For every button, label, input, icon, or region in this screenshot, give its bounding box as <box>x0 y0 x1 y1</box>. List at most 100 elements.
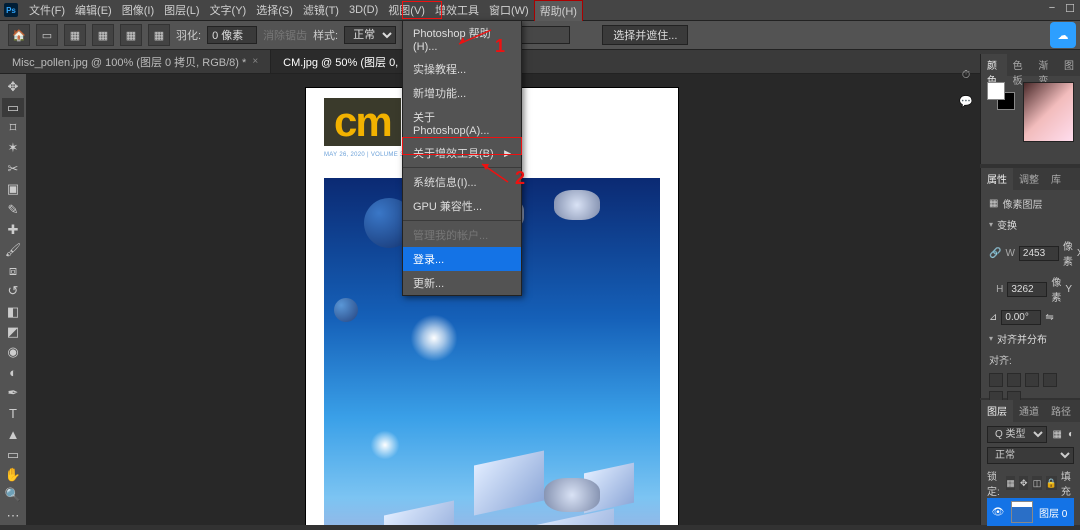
menu-3d[interactable]: 3D(D) <box>344 2 383 18</box>
tab-adjustments[interactable]: 调整 <box>1013 168 1045 190</box>
restore-icon[interactable]: ☐ <box>1064 2 1076 14</box>
menu-item-signin[interactable]: 登录... <box>403 247 521 271</box>
fg-bg-swatch[interactable] <box>987 82 1015 110</box>
pen-tool-icon[interactable]: ✒ <box>2 384 24 402</box>
menu-item-about-ps[interactable]: 关于 Photoshop(A)... <box>403 105 521 141</box>
dodge-tool-icon[interactable]: ◐ <box>2 364 24 382</box>
height-label: H <box>996 284 1003 295</box>
eraser-tool-icon[interactable]: ◧ <box>2 302 24 320</box>
eyedropper-tool-icon[interactable]: ✎ <box>2 200 24 218</box>
menu-item-about-plugins[interactable]: 关于增效工具(B)▶ <box>403 141 521 165</box>
tab-channels[interactable]: 通道 <box>1013 400 1045 422</box>
tab-properties[interactable]: 属性 <box>981 168 1013 190</box>
menu-type[interactable]: 文字(Y) <box>205 0 252 20</box>
path-select-tool-icon[interactable]: ▲ <box>2 425 24 443</box>
menu-item-updates[interactable]: 更新... <box>403 271 521 295</box>
healing-tool-icon[interactable]: ✚ <box>2 221 24 239</box>
tab-patterns[interactable]: 图 <box>1058 54 1080 76</box>
lock-pixels-icon[interactable]: ▦ <box>1006 476 1015 490</box>
tab-layers[interactable]: 图层 <box>981 400 1013 422</box>
filter-pixel-icon[interactable]: ▦ <box>1053 429 1062 440</box>
quick-select-tool-icon[interactable]: ✶ <box>2 139 24 157</box>
visibility-icon[interactable]: 👁 <box>991 507 1005 518</box>
menu-image[interactable]: 图像(I) <box>117 0 159 20</box>
align-top-icon[interactable] <box>1043 373 1057 387</box>
edit-toolbar-icon[interactable]: ⋯ <box>2 507 24 525</box>
lock-artboard-icon[interactable]: ◫ <box>1032 476 1041 490</box>
submenu-arrow-icon: ▶ <box>504 148 511 159</box>
blend-mode-select[interactable]: 正常 <box>987 447 1074 464</box>
lasso-tool-icon[interactable]: ⌑ <box>2 119 24 137</box>
layer-thumbnail[interactable] <box>1011 501 1033 523</box>
crop-tool-icon[interactable]: ✂ <box>2 160 24 178</box>
foreground-color-swatch[interactable] <box>987 82 1005 100</box>
blur-tool-icon[interactable]: ◉ <box>2 343 24 361</box>
flip-h-icon[interactable]: ⇋ <box>1045 312 1053 323</box>
style-select[interactable]: 正常 <box>344 26 396 44</box>
tab-libraries[interactable]: 库 <box>1045 168 1067 190</box>
history-brush-tool-icon[interactable]: ↺ <box>2 282 24 300</box>
menu-select[interactable]: 选择(S) <box>251 0 298 20</box>
menu-bar: Ps 文件(F) 编辑(E) 图像(I) 图层(L) 文字(Y) 选择(S) 滤… <box>0 0 1080 20</box>
menu-layer[interactable]: 图层(L) <box>159 0 204 20</box>
menu-plugins[interactable]: 增效工具 <box>430 0 484 20</box>
tool-preset-icon[interactable]: ▭ <box>36 24 58 46</box>
lock-all-icon[interactable]: 🔒 <box>1046 476 1057 490</box>
tab-color[interactable]: 颜色 <box>981 54 1007 76</box>
select-and-mask-button[interactable]: 选择并遮住... <box>602 25 688 45</box>
tab-swatches[interactable]: 色板 <box>1007 54 1033 76</box>
feather-input[interactable] <box>207 26 257 44</box>
lock-position-icon[interactable]: ✥ <box>1019 476 1028 490</box>
height-input[interactable] <box>1007 282 1047 297</box>
move-tool-icon[interactable]: ✥ <box>2 78 24 96</box>
menu-item-sysinfo[interactable]: 系统信息(I)... <box>403 170 521 194</box>
marquee-add-icon[interactable]: ▦ <box>92 24 114 46</box>
minimize-icon[interactable]: − <box>1046 2 1058 14</box>
width-input[interactable] <box>1019 246 1059 261</box>
shape-tool-icon[interactable]: ▭ <box>2 445 24 463</box>
menu-view[interactable]: 视图(V) <box>383 0 430 20</box>
frame-tool-icon[interactable]: ▣ <box>2 180 24 198</box>
gradient-tool-icon[interactable]: ◩ <box>2 323 24 341</box>
marquee-int-icon[interactable]: ▦ <box>148 24 170 46</box>
align-hcenter-icon[interactable] <box>1007 373 1021 387</box>
menu-file[interactable]: 文件(F) <box>24 0 70 20</box>
history-panel-icon[interactable]: ⏱ <box>957 66 975 84</box>
zoom-tool-icon[interactable]: 🔍 <box>2 486 24 504</box>
layer-filter-select[interactable]: Q 类型 <box>987 426 1047 443</box>
tab-paths[interactable]: 路径 <box>1045 400 1077 422</box>
menu-item-whatsnew[interactable]: 新增功能... <box>403 81 521 105</box>
marquee-sub-icon[interactable]: ▦ <box>120 24 142 46</box>
app-logo: Ps <box>4 3 18 17</box>
document-tab[interactable]: Misc_pollen.jpg @ 100% (图层 0 拷贝, RGB/8) … <box>0 50 271 73</box>
menu-item-tutorials[interactable]: 实操教程... <box>403 57 521 81</box>
layer-name[interactable]: 图层 0 <box>1039 505 1067 520</box>
menu-help[interactable]: 帮助(H) <box>534 0 583 21</box>
marquee-new-icon[interactable]: ▦ <box>64 24 86 46</box>
hand-tool-icon[interactable]: ✋ <box>2 466 24 484</box>
marquee-tool-icon[interactable]: ▭ <box>2 98 24 116</box>
comments-panel-icon[interactable]: 💬 <box>957 92 975 110</box>
align-left-icon[interactable] <box>989 373 1003 387</box>
home-icon[interactable]: 🏠 <box>8 24 30 46</box>
menu-item-gpu[interactable]: GPU 兼容性... <box>403 194 521 218</box>
brush-tool-icon[interactable]: 🖌 <box>2 241 24 259</box>
layer-row[interactable]: 👁 图层 0 <box>987 498 1074 526</box>
align-section-header[interactable]: 对齐并分布 <box>989 331 1072 346</box>
link-icon[interactable]: 🔗 <box>989 248 1001 259</box>
tab-gradients[interactable]: 渐变 <box>1032 54 1058 76</box>
menu-filter[interactable]: 滤镜(T) <box>298 0 344 20</box>
menu-window[interactable]: 窗口(W) <box>484 0 534 20</box>
close-icon[interactable]: × <box>252 56 258 67</box>
stamp-tool-icon[interactable]: ⧈ <box>2 262 24 280</box>
menu-edit[interactable]: 编辑(E) <box>70 0 117 20</box>
transform-section-header[interactable]: 变换 <box>989 217 1072 232</box>
filter-adjust-icon[interactable]: ◐ <box>1068 429 1074 440</box>
align-right-icon[interactable] <box>1025 373 1039 387</box>
menu-separator <box>403 220 521 221</box>
collapsed-panel-strip: ⏱ 💬 <box>954 60 978 110</box>
cloud-sync-icon[interactable]: ☁ <box>1050 22 1076 48</box>
angle-input[interactable] <box>1001 310 1041 325</box>
type-tool-icon[interactable]: T <box>2 405 24 423</box>
color-picker-field[interactable] <box>1023 82 1074 142</box>
